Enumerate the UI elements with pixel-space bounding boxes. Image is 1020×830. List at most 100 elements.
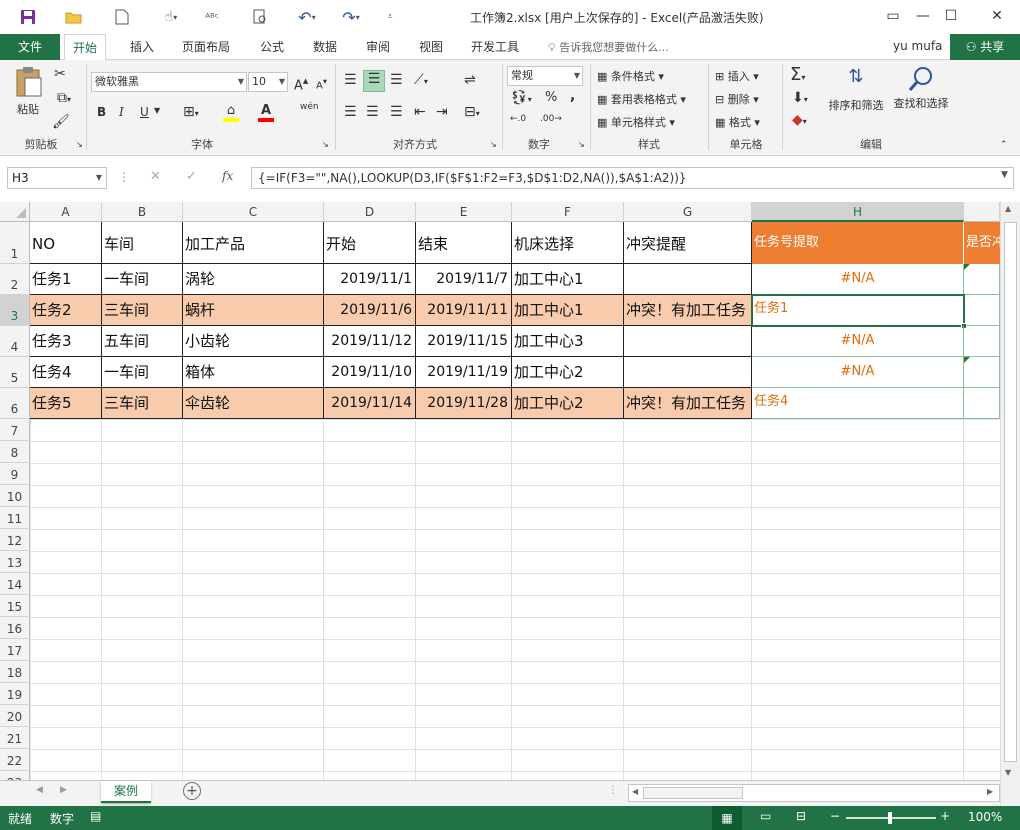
- cell-is-conflict[interactable]: [964, 326, 1000, 357]
- cell-machine[interactable]: 加工中心2: [512, 388, 624, 419]
- delete-cells-button[interactable]: ⊟ 删除 ▾: [715, 91, 759, 107]
- tab-home[interactable]: 开始: [64, 34, 107, 61]
- chevron-down-icon[interactable]: ▼: [154, 106, 160, 115]
- cell-product[interactable]: 小齿轮: [183, 326, 324, 357]
- empty-cells-area[interactable]: [30, 419, 1000, 780]
- close-icon[interactable]: ✕: [984, 4, 1010, 28]
- format-cells-button[interactable]: ▦ 格式 ▾: [715, 114, 760, 130]
- insert-function-icon[interactable]: fx: [222, 169, 233, 183]
- zoom-level[interactable]: 100%: [968, 810, 1002, 824]
- font-size-combo[interactable]: 10 ▼: [248, 72, 288, 92]
- fill-icon[interactable]: ⬇▾: [792, 90, 808, 106]
- cell-end[interactable]: 2019/11/7: [416, 264, 512, 295]
- row-header[interactable]: 12: [0, 529, 30, 551]
- tab-developer[interactable]: 开发工具: [463, 34, 527, 60]
- insert-cells-button[interactable]: ⊞ 插入 ▾: [715, 68, 759, 84]
- clear-icon[interactable]: ◆▾: [792, 112, 807, 128]
- cell-task[interactable]: #N/A: [752, 357, 964, 388]
- row-header[interactable]: 6: [0, 388, 30, 419]
- cell-is-conflict[interactable]: [964, 388, 1000, 419]
- collapse-ribbon-icon[interactable]: ⌃: [1000, 140, 1008, 150]
- paste-button[interactable]: 粘贴: [8, 66, 48, 120]
- cell-is-conflict[interactable]: [964, 357, 1000, 388]
- header-cell-machine[interactable]: 机床选择: [512, 222, 624, 264]
- row-header[interactable]: 14: [0, 573, 30, 595]
- autosum-icon[interactable]: Σ▾: [790, 64, 805, 85]
- underline-button[interactable]: U: [140, 105, 149, 119]
- wrap-text-icon[interactable]: ⇌: [464, 72, 476, 88]
- expand-formula-icon[interactable]: ▼: [1001, 170, 1008, 180]
- align-right-icon[interactable]: ☰: [390, 104, 403, 120]
- bold-button[interactable]: B: [97, 105, 106, 119]
- scroll-right-icon[interactable]: ▶: [987, 787, 993, 796]
- cell-end[interactable]: 2019/11/15: [416, 326, 512, 357]
- cell-task[interactable]: 任务4: [752, 388, 964, 419]
- cell-machine[interactable]: 加工中心2: [512, 357, 624, 388]
- number-launcher-icon[interactable]: ↘: [578, 140, 585, 149]
- cell-no[interactable]: 任务2: [30, 295, 102, 326]
- cell-workshop[interactable]: 一车间: [102, 357, 183, 388]
- column-header-d[interactable]: D: [324, 202, 416, 222]
- scroll-tabs-left-icon[interactable]: ◀: [36, 785, 43, 795]
- merge-center-icon[interactable]: ⊟▾: [464, 104, 480, 120]
- align-top-icon[interactable]: ☰: [344, 72, 357, 88]
- name-box[interactable]: H3 ▼: [7, 167, 107, 189]
- cell-conflict[interactable]: 冲突！有加工任务: [624, 295, 752, 326]
- cell-product[interactable]: 蜗杆: [183, 295, 324, 326]
- cell-no[interactable]: 任务1: [30, 264, 102, 295]
- header-cell-start[interactable]: 开始: [324, 222, 416, 264]
- font-color-icon[interactable]: A: [258, 102, 274, 122]
- tab-file[interactable]: 文件: [0, 34, 60, 60]
- percent-button[interactable]: %: [545, 90, 557, 105]
- tab-formulas[interactable]: 公式: [252, 34, 292, 60]
- cell-start[interactable]: 2019/11/10: [324, 357, 416, 388]
- row-header[interactable]: 17: [0, 639, 30, 661]
- zoom-in-icon[interactable]: +: [940, 809, 950, 823]
- font-name-combo[interactable]: 微软雅黑 ▼: [91, 72, 247, 92]
- spelling-icon[interactable]: ᴬᴮᶜ: [200, 6, 224, 28]
- save-icon[interactable]: [16, 6, 40, 28]
- cell-no[interactable]: 任务3: [30, 326, 102, 357]
- cell-task[interactable]: #N/A: [752, 326, 964, 357]
- comma-button[interactable]: ,: [570, 88, 575, 104]
- scroll-up-icon[interactable]: ▲: [1005, 204, 1011, 213]
- page-break-view-icon[interactable]: ⊟: [796, 809, 806, 823]
- column-header-e[interactable]: E: [416, 202, 512, 222]
- borders-icon[interactable]: ⊞▾: [183, 104, 199, 120]
- align-left-icon[interactable]: ☰: [344, 104, 357, 120]
- cell-workshop[interactable]: 三车间: [102, 388, 183, 419]
- vertical-scrollbar[interactable]: ▲ ▼: [1000, 202, 1020, 806]
- cell-start[interactable]: 2019/11/1: [324, 264, 416, 295]
- add-sheet-icon[interactable]: +: [183, 782, 201, 800]
- zoom-slider-thumb[interactable]: [888, 812, 892, 824]
- cell-workshop[interactable]: 三车间: [102, 295, 183, 326]
- cell-conflict[interactable]: 冲突！有加工任务: [624, 388, 752, 419]
- row-header[interactable]: 4: [0, 326, 30, 357]
- align-bottom-icon[interactable]: ☰: [390, 72, 403, 88]
- format-painter-icon[interactable]: 🖌︎: [52, 114, 70, 130]
- align-middle-icon[interactable]: ☰: [363, 70, 385, 92]
- touch-mode-icon[interactable]: ☝ ▾: [156, 6, 186, 28]
- tab-review[interactable]: 审阅: [358, 34, 398, 60]
- column-header-f[interactable]: F: [512, 202, 624, 222]
- row-header[interactable]: 10: [0, 485, 30, 507]
- worksheet-grid[interactable]: A B C D E F G H 1 2 3 4 5 6 7 8 9 10 11 …: [0, 202, 1000, 780]
- cell-machine[interactable]: 加工中心1: [512, 264, 624, 295]
- row-header[interactable]: 18: [0, 661, 30, 683]
- tab-insert[interactable]: 插入: [122, 34, 162, 60]
- scroll-down-icon[interactable]: ▼: [1005, 768, 1011, 777]
- share-button[interactable]: ⚇ 共享: [950, 34, 1020, 60]
- currency-icon[interactable]: 💱︎▾: [510, 90, 532, 106]
- tab-page-layout[interactable]: 页面布局: [174, 34, 238, 60]
- header-cell-workshop[interactable]: 车间: [102, 222, 183, 264]
- cell-end[interactable]: 2019/11/28: [416, 388, 512, 419]
- enter-icon[interactable]: ✓: [186, 169, 197, 184]
- decrease-indent-icon[interactable]: ⇤: [414, 104, 426, 120]
- scroll-left-icon[interactable]: ◀: [632, 787, 638, 796]
- tell-me-box[interactable]: 💡︎ 告诉我您想要做什么...: [548, 39, 669, 55]
- phonetic-button[interactable]: wén: [300, 102, 319, 112]
- cell-conflict[interactable]: [624, 264, 752, 295]
- cell-product[interactable]: 涡轮: [183, 264, 324, 295]
- row-header[interactable]: 7: [0, 419, 30, 441]
- font-launcher-icon[interactable]: ↘: [322, 140, 329, 149]
